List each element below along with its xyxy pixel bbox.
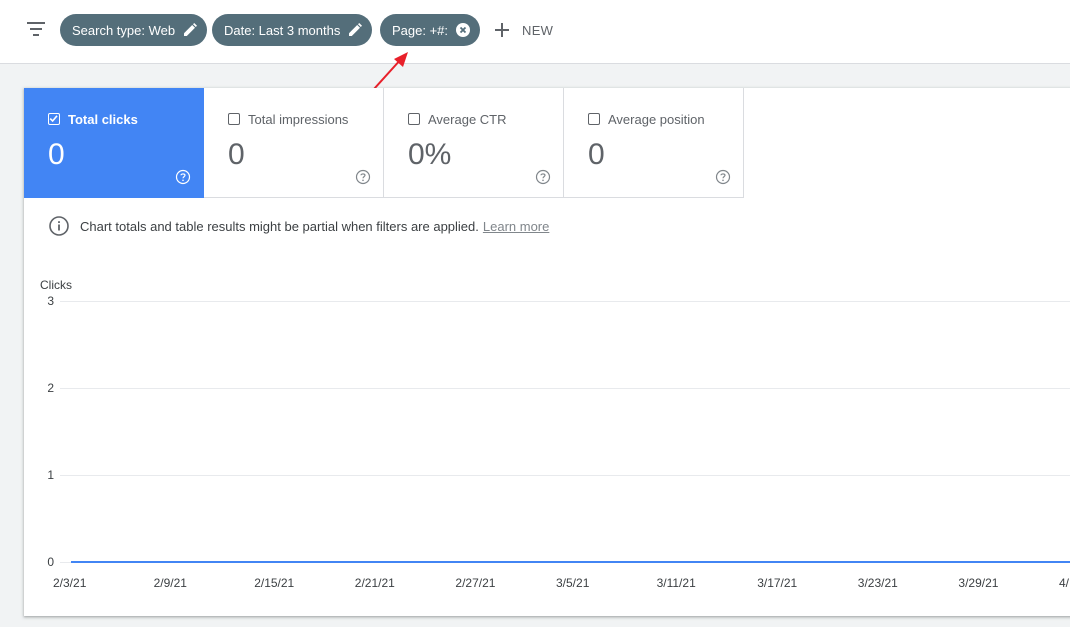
clicks-series-line	[71, 561, 1070, 563]
help-icon[interactable]	[535, 169, 551, 185]
chip-label: Page: +#:	[392, 22, 449, 38]
metric-total-clicks[interactable]: Total clicks 0	[24, 88, 204, 198]
x-tick-label: 2/15/21	[254, 576, 295, 590]
close-circle-icon[interactable]	[456, 23, 471, 37]
pencil-icon[interactable]	[183, 23, 198, 37]
chip-label: Date: Last 3 months	[224, 22, 341, 38]
gridline	[60, 475, 1070, 476]
metric-value: 0	[228, 138, 245, 171]
checkmark-icon	[49, 115, 58, 123]
x-tick-label: 2/21/21	[354, 576, 395, 590]
x-tick-label: 2/9/21	[153, 576, 187, 590]
y-tick-label: 1	[47, 468, 54, 482]
metric-label: Average CTR	[428, 112, 507, 127]
filter-bar: Search type: Web Date: Last 3 months Pag…	[0, 0, 1070, 64]
filter-icon[interactable]	[26, 20, 46, 38]
x-tick-label: 2/27/21	[455, 576, 496, 590]
x-tick-label: 3/29/21	[958, 576, 999, 590]
checkbox[interactable]	[588, 113, 600, 125]
info-icon	[49, 216, 69, 236]
learn-more-link[interactable]: Learn more	[483, 219, 549, 234]
new-filter-label: NEW	[522, 22, 554, 38]
metric-tabs: Total clicks 0 Total impressions 0 Avera…	[24, 88, 744, 198]
metric-average-ctr[interactable]: Average CTR 0%	[384, 88, 564, 198]
metric-value: 0	[588, 138, 605, 171]
date-chip[interactable]: Date: Last 3 months	[212, 14, 373, 46]
notice-text: Chart totals and table results might be …	[80, 218, 479, 234]
performance-card: Total clicks 0 Total impressions 0 Avera…	[24, 88, 1070, 616]
help-icon[interactable]	[355, 169, 371, 185]
y-axis-label: Clicks	[40, 278, 72, 292]
checkbox[interactable]	[48, 113, 60, 125]
metric-label: Average position	[608, 112, 705, 127]
y-tick-label: 0	[47, 555, 54, 569]
new-filter-button[interactable]: NEW	[494, 14, 553, 46]
x-tick-label: 3/11/21	[656, 576, 696, 590]
metric-total-impressions[interactable]: Total impressions 0	[204, 88, 384, 198]
partial-results-notice: Chart totals and table results might be …	[48, 215, 549, 237]
chip-label: Search type: Web	[72, 22, 176, 38]
checkbox[interactable]	[228, 113, 240, 125]
y-tick-label: 2	[47, 381, 54, 395]
page-filter-chip[interactable]: Page: +#:	[380, 14, 481, 46]
metric-label: Total impressions	[248, 112, 349, 127]
x-tick-label: 3/5/21	[556, 576, 590, 590]
metric-value: 0%	[408, 138, 452, 171]
search-type-chip[interactable]: Search type: Web	[60, 14, 208, 46]
help-icon[interactable]	[715, 169, 731, 185]
help-icon[interactable]	[175, 169, 191, 185]
metric-average-position[interactable]: Average position 0	[564, 88, 744, 198]
plus-icon	[495, 23, 509, 37]
metric-value: 0	[48, 138, 65, 171]
x-tick-label: 3/17/21	[757, 576, 798, 590]
y-tick-label: 3	[47, 294, 54, 308]
gridline	[60, 301, 1070, 302]
x-tick-label: 2/3/21	[53, 576, 87, 590]
pencil-icon[interactable]	[348, 23, 363, 37]
x-tick-label: 4/	[1059, 576, 1070, 590]
checkbox[interactable]	[408, 113, 420, 125]
x-tick-label: 3/23/21	[857, 576, 898, 590]
metric-label: Total clicks	[68, 112, 138, 127]
gridline	[60, 388, 1070, 389]
